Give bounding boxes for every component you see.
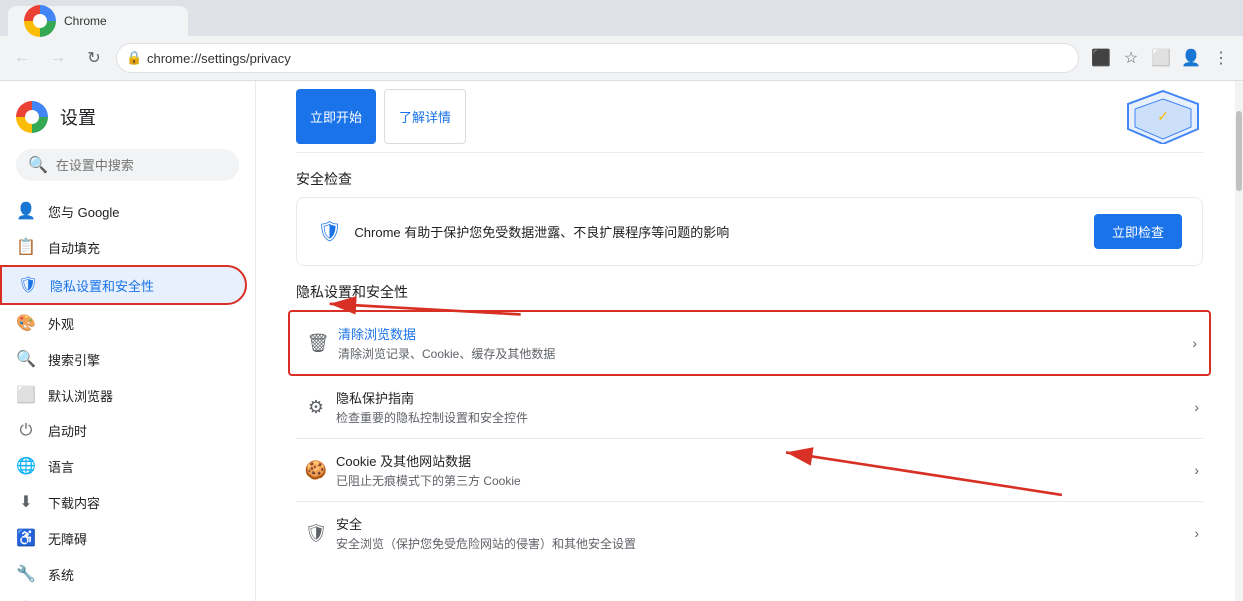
partial-button-2[interactable]: 了解详情 — [384, 89, 466, 144]
default-browser-icon: ⬜ — [16, 385, 36, 405]
safety-check-title: 安全检查 — [296, 169, 1203, 189]
search-bar-container: 🔍 — [0, 141, 255, 189]
sidebar-item-default-browser[interactable]: ⬜ 默认浏览器 — [0, 377, 247, 413]
sidebar: 设置 🔍 👤 您与 Google 📋 自动填充 🛡 隐私设置和安全性 🎨 外观 … — [0, 81, 256, 601]
settings-header: 设置 — [0, 89, 255, 141]
sidebar-label-google: 您与 Google — [48, 202, 120, 221]
sidebar-label-startup: 启动时 — [48, 421, 87, 440]
privacy-guide-chevron: › — [1194, 399, 1203, 415]
privacy-guide-subtitle: 检查重要的隐私控制设置和安全控件 — [336, 409, 1194, 426]
appearance-icon: 🎨 — [16, 313, 36, 333]
sidebar-item-autofill[interactable]: 📋 自动填充 — [0, 229, 247, 265]
main-content: 立即开始 了解详情 ✓ 安全检查 🛡 Chrome 有助于保护您免受数据泄露、不… — [256, 81, 1243, 601]
cookies-title: Cookie 及其他网站数据 — [336, 451, 1194, 470]
scrollbar-track[interactable] — [1235, 81, 1243, 601]
search-engine-icon: 🔍 — [16, 349, 36, 369]
privacy-guide-item[interactable]: ⚙ 隐私保护指南 检查重要的隐私控制设置和安全控件 › — [296, 376, 1203, 439]
sidebar-label-downloads: 下载内容 — [48, 493, 100, 512]
menu-button[interactable]: ⋮ — [1207, 44, 1235, 72]
language-icon: 🌐 — [16, 456, 36, 476]
cookies-item[interactable]: 🍪 Cookie 及其他网站数据 已阻止无痕模式下的第三方 Cookie › — [296, 439, 1203, 502]
sidebar-label-privacy: 隐私设置和安全性 — [50, 276, 154, 295]
search-bar-inner: 🔍 — [16, 149, 239, 181]
security-subtitle: 安全浏览（保护您免受危险网站的侵害）和其他安全设置 — [336, 535, 1194, 552]
privacy-guide-text: 隐私保护指南 检查重要的隐私控制设置和安全控件 — [336, 388, 1194, 426]
profile-button[interactable]: 👤 — [1177, 44, 1205, 72]
refresh-button[interactable]: ↻ — [80, 44, 108, 72]
sidebar-label-default: 默认浏览器 — [48, 386, 113, 405]
tab-label: Chrome — [64, 14, 107, 28]
sidebar-label-system: 系统 — [48, 565, 74, 584]
tab-bar: Chrome — [0, 0, 1243, 36]
clear-browsing-item[interactable]: 🗑 清除浏览数据 清除浏览记录、Cookie、缓存及其他数据 › — [288, 310, 1211, 376]
cookies-icon: 🍪 — [296, 460, 336, 481]
safety-shield-icon: 🛡 — [317, 219, 342, 244]
browser-chrome: Chrome ← → ↻ 🔒 ⬛ ☆ ⬜ 👤 ⋮ — [0, 0, 1243, 81]
sidebar-label-search: 搜索引擎 — [48, 350, 100, 369]
clear-browsing-subtitle: 清除浏览记录、Cookie、缓存及其他数据 — [338, 345, 1192, 362]
security-item[interactable]: 🛡 安全 安全浏览（保护您免受危险网站的侵害）和其他安全设置 › — [296, 502, 1203, 564]
cookies-subtitle: 已阻止无痕模式下的第三方 Cookie — [336, 472, 1194, 489]
clear-browsing-icon: 🗑 — [298, 333, 338, 354]
system-icon: 🔧 — [16, 564, 36, 584]
startup-icon: ⏻ — [16, 422, 36, 440]
toolbar-right: ⬛ ☆ ⬜ 👤 ⋮ — [1087, 44, 1235, 72]
sidebar-item-language[interactable]: 🌐 语言 — [0, 448, 247, 484]
settings-title: 设置 — [60, 104, 96, 130]
privacy-icon: 🛡 — [18, 275, 38, 295]
cookies-text: Cookie 及其他网站数据 已阻止无痕模式下的第三方 Cookie — [336, 451, 1194, 489]
security-text: 安全 安全浏览（保护您免受危险网站的侵害）和其他安全设置 — [336, 514, 1194, 552]
forward-button[interactable]: → — [44, 44, 72, 72]
cookies-chevron: › — [1194, 462, 1203, 478]
privacy-guide-title: 隐私保护指南 — [336, 388, 1194, 407]
sidebar-item-startup[interactable]: ⏻ 启动时 — [0, 413, 247, 448]
address-input[interactable] — [116, 43, 1079, 73]
sidebar-item-appearance[interactable]: 🎨 外观 — [0, 305, 247, 341]
cast-button[interactable]: ⬛ — [1087, 44, 1115, 72]
scrollbar-thumb[interactable] — [1236, 111, 1242, 191]
sidebar-label-appearance: 外观 — [48, 314, 74, 333]
page-container: 设置 🔍 👤 您与 Google 📋 自动填充 🛡 隐私设置和安全性 🎨 外观 … — [0, 81, 1243, 601]
sidebar-item-accessibility[interactable]: ♿ 无障碍 — [0, 520, 247, 556]
back-button[interactable]: ← — [8, 44, 36, 72]
tab-favicon — [24, 5, 56, 37]
bookmark-button[interactable]: ☆ — [1117, 44, 1145, 72]
sidebar-item-privacy[interactable]: 🛡 隐私设置和安全性 — [0, 265, 247, 305]
sidebar-item-downloads[interactable]: ⬇ 下载内容 — [0, 484, 247, 520]
security-icon: 🛡 — [296, 523, 336, 544]
google-icon: 👤 — [16, 201, 36, 221]
clear-browsing-chevron: › — [1192, 335, 1201, 351]
clear-browsing-title: 清除浏览数据 — [338, 324, 1192, 343]
clear-browsing-text: 清除浏览数据 清除浏览记录、Cookie、缓存及其他数据 — [338, 324, 1192, 362]
window-button[interactable]: ⬜ — [1147, 44, 1175, 72]
browser-tab[interactable]: Chrome — [8, 6, 188, 36]
accessibility-icon: ♿ — [16, 528, 36, 548]
address-bar-row: ← → ↻ 🔒 ⬛ ☆ ⬜ 👤 ⋮ — [0, 36, 1243, 80]
settings-logo — [16, 101, 48, 133]
sidebar-item-system[interactable]: 🔧 系统 — [0, 556, 247, 592]
check-now-button[interactable]: 立即检查 — [1094, 214, 1182, 249]
security-title: 安全 — [336, 514, 1194, 533]
safety-card: 🛡 Chrome 有助于保护您免受数据泄露、不良扩展程序等问题的影响 立即检查 — [296, 197, 1203, 266]
lock-icon: 🔒 — [126, 50, 142, 66]
sidebar-label-language: 语言 — [48, 457, 74, 476]
safety-description: Chrome 有助于保护您免受数据泄露、不良扩展程序等问题的影响 — [354, 222, 1082, 241]
svg-text:✓: ✓ — [1157, 108, 1169, 124]
search-input[interactable] — [56, 158, 232, 173]
downloads-icon: ⬇ — [16, 492, 36, 512]
address-bar-container: 🔒 — [116, 43, 1079, 73]
privacy-guide-icon: ⚙ — [296, 397, 336, 418]
autofill-icon: 📋 — [16, 237, 36, 257]
sidebar-label-accessibility: 无障碍 — [48, 529, 87, 548]
sidebar-item-google[interactable]: 👤 您与 Google — [0, 193, 247, 229]
shield-graphic: ✓ — [1123, 89, 1203, 144]
search-icon: 🔍 — [28, 155, 48, 175]
partial-button-1[interactable]: 立即开始 — [296, 89, 376, 144]
sidebar-label-autofill: 自动填充 — [48, 238, 100, 257]
privacy-section-title: 隐私设置和安全性 — [296, 282, 1203, 302]
security-chevron: › — [1194, 525, 1203, 541]
sidebar-item-search[interactable]: 🔍 搜索引擎 — [0, 341, 247, 377]
